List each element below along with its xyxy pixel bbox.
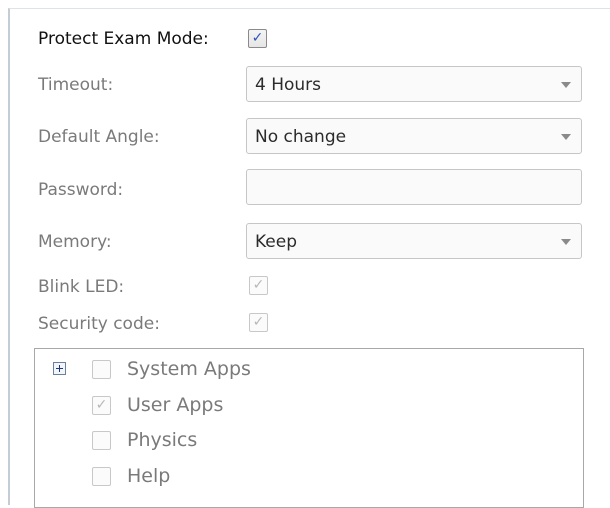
physics-checkbox[interactable] xyxy=(92,431,111,450)
expand-plus-icon[interactable] xyxy=(53,362,66,375)
blink-led-checkbox[interactable]: ✓ xyxy=(249,276,268,295)
security-code-checkbox[interactable]: ✓ xyxy=(249,313,268,332)
chevron-down-icon xyxy=(561,82,571,88)
default-angle-dropdown[interactable]: No change xyxy=(246,118,582,154)
default-angle-label: Default Angle: xyxy=(38,127,160,147)
timeout-dropdown[interactable]: 4 Hours xyxy=(246,66,582,102)
tree-item-physics[interactable]: Physics xyxy=(127,429,197,451)
password-label: Password: xyxy=(38,180,124,200)
check-icon: ✓ xyxy=(251,30,264,46)
security-code-label: Security code: xyxy=(38,314,160,334)
timeout-value: 4 Hours xyxy=(255,75,322,95)
check-icon: ✓ xyxy=(252,314,265,330)
tree-item-user-apps[interactable]: User Apps xyxy=(127,394,223,416)
system-apps-checkbox[interactable] xyxy=(92,360,111,379)
user-apps-checkbox[interactable]: ✓ xyxy=(92,396,111,415)
memory-value: Keep xyxy=(255,232,298,252)
protect-exam-mode-checkbox[interactable]: ✓ xyxy=(248,29,267,48)
protect-exam-mode-label: Protect Exam Mode: xyxy=(38,29,209,49)
memory-label: Memory: xyxy=(38,232,112,252)
memory-dropdown[interactable]: Keep xyxy=(246,223,582,259)
timeout-label: Timeout: xyxy=(38,75,114,95)
chevron-down-icon xyxy=(561,134,571,140)
password-field[interactable] xyxy=(246,169,582,205)
chevron-down-icon xyxy=(561,239,571,245)
check-icon: ✓ xyxy=(95,397,108,413)
check-icon: ✓ xyxy=(252,277,265,293)
tree-item-help[interactable]: Help xyxy=(127,465,170,487)
blink-led-label: Blink LED: xyxy=(38,277,125,297)
tree-item-system-apps[interactable]: System Apps xyxy=(127,358,251,380)
default-angle-value: No change xyxy=(255,127,347,147)
help-checkbox[interactable] xyxy=(92,467,111,486)
apps-tree: System Apps ✓ User Apps Physics Help xyxy=(34,348,584,508)
